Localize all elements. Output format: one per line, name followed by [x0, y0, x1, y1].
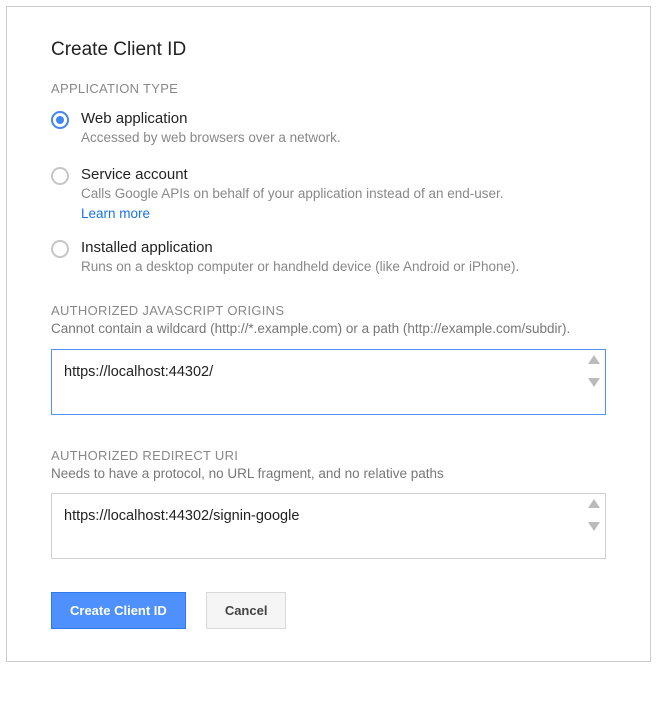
redirect-uri-sublabel: Needs to have a protocol, no URL fragmen…	[51, 465, 606, 484]
radio-title: Web application	[81, 110, 606, 127]
js-origins-label: AUTHORIZED JAVASCRIPT ORIGINS	[51, 303, 606, 318]
create-button[interactable]: Create Client ID	[51, 592, 186, 629]
js-origins-sublabel: Cannot contain a wildcard (http://*.exam…	[51, 320, 606, 339]
learn-more-link[interactable]: Learn more	[81, 206, 606, 221]
radio-description: Runs on a desktop computer or handheld d…	[81, 258, 606, 277]
radio-icon	[51, 240, 69, 258]
radio-service-account[interactable]: Service account Calls Google APIs on beh…	[51, 166, 606, 221]
radio-title: Installed application	[81, 239, 606, 256]
radio-installed-application[interactable]: Installed application Runs on a desktop …	[51, 239, 606, 277]
app-type-radio-group: Web application Accessed by web browsers…	[51, 110, 606, 277]
dialog-buttons: Create Client ID Cancel	[51, 592, 606, 629]
js-origins-input[interactable]	[51, 349, 606, 415]
radio-web-application[interactable]: Web application Accessed by web browsers…	[51, 110, 606, 148]
radio-description: Calls Google APIs on behalf of your appl…	[81, 185, 606, 204]
dialog-title: Create Client ID	[51, 39, 606, 61]
radio-description: Accessed by web browsers over a network.	[81, 129, 606, 148]
cancel-button[interactable]: Cancel	[206, 592, 287, 629]
radio-icon	[51, 167, 69, 185]
radio-icon	[51, 111, 69, 129]
redirect-uri-label: AUTHORIZED REDIRECT URI	[51, 448, 606, 463]
app-type-label: APPLICATION TYPE	[51, 81, 606, 96]
redirect-uri-input[interactable]	[51, 493, 606, 559]
create-client-dialog: Create Client ID APPLICATION TYPE Web ap…	[6, 6, 651, 662]
radio-title: Service account	[81, 166, 606, 183]
